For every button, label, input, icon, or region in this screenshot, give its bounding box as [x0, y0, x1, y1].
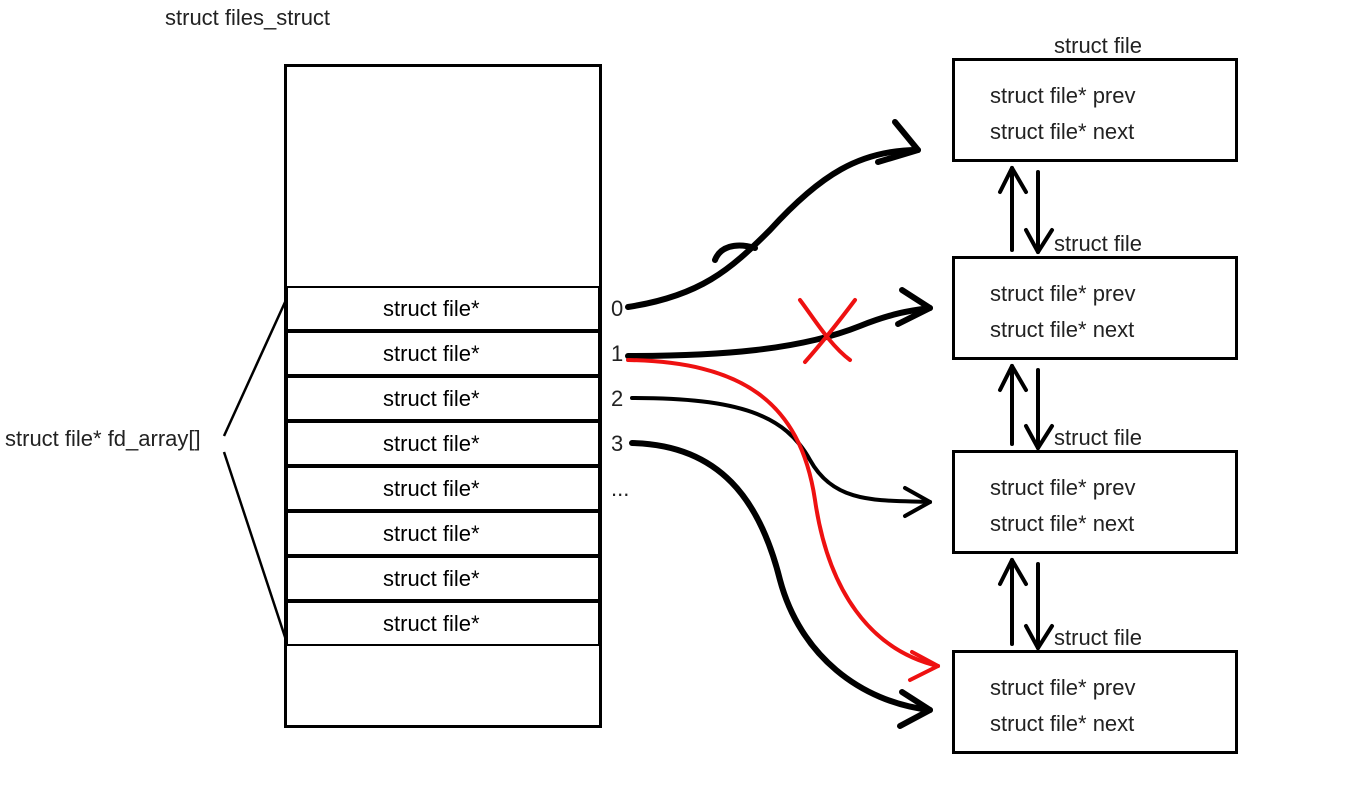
file-node-next: struct file* next	[990, 711, 1134, 737]
arrow-3-to-node3	[632, 443, 930, 710]
index-0: 0	[611, 296, 623, 322]
array-row-7: struct file*	[286, 601, 600, 646]
diagram-root: { "titles": { "files_struct": "struct fi…	[0, 0, 1346, 792]
file-node-next: struct file* next	[990, 317, 1134, 343]
arrow-2-to-node2	[632, 398, 930, 502]
file-node-label-0: struct file	[1054, 33, 1142, 59]
file-node-3: struct file* prev struct file* next	[952, 650, 1238, 754]
index-2: 2	[611, 386, 623, 412]
array-cell-text: struct file*	[383, 521, 480, 547]
array-row-0: struct file*	[286, 286, 600, 331]
arrow-0-head	[878, 122, 918, 162]
bracket-line-top	[224, 300, 286, 436]
bracket-line-bottom	[224, 452, 286, 640]
red-arrow-head	[910, 652, 938, 680]
red-x-2	[805, 300, 855, 362]
link-01	[1000, 168, 1052, 252]
file-node-label-3: struct file	[1054, 625, 1142, 651]
index-1: 1	[611, 341, 623, 367]
index-3: 3	[611, 431, 623, 457]
arrow-0-to-node0	[628, 150, 918, 307]
array-cell-text: struct file*	[383, 296, 480, 322]
file-node-prev: struct file* prev	[990, 675, 1136, 701]
file-node-0: struct file* prev struct file* next	[952, 58, 1238, 162]
arrow-3-head	[900, 692, 930, 726]
file-node-1: struct file* prev struct file* next	[952, 256, 1238, 360]
arrow-1-head	[898, 290, 930, 324]
array-cell-text: struct file*	[383, 476, 480, 502]
array-row-4: struct file*	[286, 466, 600, 511]
arrow-1-to-node1	[628, 308, 930, 356]
array-row-5: struct file*	[286, 511, 600, 556]
file-node-prev: struct file* prev	[990, 281, 1136, 307]
link-12	[1000, 366, 1052, 448]
file-node-next: struct file* next	[990, 511, 1134, 537]
array-cell-text: struct file*	[383, 431, 480, 457]
array-cell-text: struct file*	[383, 386, 480, 412]
file-node-2: struct file* prev struct file* next	[952, 450, 1238, 554]
file-node-prev: struct file* prev	[990, 475, 1136, 501]
index-dots: ...	[611, 476, 629, 502]
array-row-1: struct file*	[286, 331, 600, 376]
red-x-1	[800, 300, 850, 360]
array-cell-text: struct file*	[383, 566, 480, 592]
array-row-3: struct file*	[286, 421, 600, 466]
array-row-2: struct file*	[286, 376, 600, 421]
link-23	[1000, 560, 1052, 648]
array-row-6: struct file*	[286, 556, 600, 601]
file-node-label-1: struct file	[1054, 231, 1142, 257]
files-struct-title: struct files_struct	[165, 5, 330, 31]
arrow-2-head	[905, 488, 930, 516]
red-arrow-1-to-node3	[628, 360, 938, 666]
array-cell-text: struct file*	[383, 611, 480, 637]
array-cell-text: struct file*	[383, 341, 480, 367]
file-node-next: struct file* next	[990, 119, 1134, 145]
file-node-label-2: struct file	[1054, 425, 1142, 451]
fd-array-label: struct file* fd_array[]	[5, 426, 201, 452]
file-node-prev: struct file* prev	[990, 83, 1136, 109]
